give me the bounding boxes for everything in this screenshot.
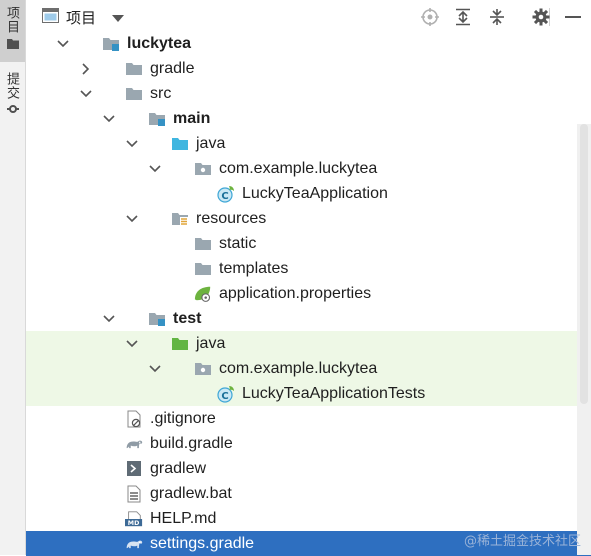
svg-text:MD: MD xyxy=(128,520,140,527)
tree-item-label: .gitignore xyxy=(150,410,216,427)
chevron-down-icon[interactable] xyxy=(148,156,162,181)
resources-folder-icon xyxy=(171,210,189,227)
tree-item-label: src xyxy=(150,85,172,102)
folder-icon xyxy=(194,260,212,277)
commit-tab-label: 提交 xyxy=(5,72,20,100)
commit-icon xyxy=(6,102,19,120)
chevron-down-icon[interactable] xyxy=(102,306,116,331)
tree-item-label: static xyxy=(219,235,257,252)
tree-row[interactable]: gradle xyxy=(26,56,591,81)
source-folder-icon xyxy=(171,135,189,152)
tree-row[interactable]: .gitignore xyxy=(26,406,591,431)
project-tool-tab[interactable]: 项目 xyxy=(0,0,25,62)
chevron-down-icon[interactable] xyxy=(125,206,139,231)
tree-row[interactable]: resources xyxy=(26,206,591,231)
tree-item-label: LuckyTeaApplication xyxy=(242,185,388,202)
folder-icon xyxy=(194,235,212,252)
tree-item-label: java xyxy=(196,135,226,152)
tree-item-label: HELP.md xyxy=(150,510,217,527)
tree-item-label: gradlew xyxy=(150,460,207,477)
shell-file-icon xyxy=(125,460,143,477)
tree-item-label: java xyxy=(196,335,226,352)
spring-properties-icon xyxy=(194,285,212,302)
tree-row[interactable]: java xyxy=(26,131,591,156)
gradle-file-icon xyxy=(125,535,143,552)
project-header: 项目 xyxy=(26,0,591,33)
svg-text:C: C xyxy=(221,391,228,402)
package-icon xyxy=(194,160,212,177)
tree-item-label: main xyxy=(173,110,211,127)
locate-icon[interactable] xyxy=(420,7,440,27)
chevron-down-icon[interactable] xyxy=(102,106,116,131)
tree-item-label: settings.gradle xyxy=(150,535,255,552)
project-tree: luckytea gradle src main java com.example.luc… xyxy=(26,31,591,556)
chevron-down-icon[interactable] xyxy=(79,81,93,106)
project-view-icon xyxy=(42,8,59,28)
module-folder-icon xyxy=(102,35,120,52)
text-file-icon xyxy=(125,485,143,502)
tree-item-label: build.gradle xyxy=(150,435,233,452)
commit-tool-tab[interactable]: 提交 xyxy=(0,72,25,128)
package-icon xyxy=(194,360,212,377)
chevron-down-icon[interactable] xyxy=(125,331,139,356)
chevron-right-icon[interactable] xyxy=(79,56,93,81)
project-view-title[interactable]: 项目 xyxy=(66,7,96,28)
tree-row[interactable]: templates xyxy=(26,256,591,281)
minimize-icon[interactable] xyxy=(563,7,583,27)
tool-window-strip: 项目 提交 xyxy=(0,0,26,555)
tree-row[interactable]: application.properties xyxy=(26,281,591,306)
svg-text:C: C xyxy=(221,191,228,202)
tree-row[interactable]: com.example.luckytea xyxy=(26,356,591,381)
tree-item-label: com.example.luckytea xyxy=(219,160,378,177)
tree-row[interactable]: gradlew xyxy=(26,456,591,481)
test-folder-icon xyxy=(171,335,189,352)
tree-item-label: luckytea xyxy=(127,35,192,52)
gradle-file-icon xyxy=(125,435,143,452)
tree-row[interactable]: src xyxy=(26,81,591,106)
tree-row[interactable]: static xyxy=(26,231,591,256)
module-folder-icon xyxy=(148,310,166,327)
collapse-all-icon[interactable] xyxy=(487,7,507,27)
tree-row[interactable]: main xyxy=(26,106,591,131)
tree-row[interactable]: build.gradle xyxy=(26,431,591,456)
tree-row[interactable]: C LuckyTeaApplication xyxy=(26,181,591,206)
tree-item-label: resources xyxy=(196,210,267,227)
gear-icon[interactable] xyxy=(531,7,551,27)
tree-row[interactable]: luckytea xyxy=(26,31,591,56)
chevron-down-icon[interactable] xyxy=(112,10,124,28)
ignore-file-icon xyxy=(125,410,143,427)
tree-row[interactable]: C LuckyTeaApplicationTests xyxy=(26,381,591,406)
tree-item-label: test xyxy=(173,310,202,327)
folder-icon xyxy=(125,85,143,102)
project-tab-label: 项目 xyxy=(5,6,20,34)
tree-row[interactable]: java xyxy=(26,331,591,356)
spring-class-icon: C xyxy=(217,185,235,203)
spring-class-icon: C xyxy=(217,385,235,403)
tree-item-label: gradlew.bat xyxy=(150,485,232,502)
folder-icon xyxy=(6,36,19,54)
scrollbar-thumb[interactable] xyxy=(580,124,588,404)
tree-item-label: application.properties xyxy=(219,285,372,302)
tree-item-label: com.example.luckytea xyxy=(219,360,378,377)
tree-item-label: templates xyxy=(219,260,289,277)
tree-row[interactable]: com.example.luckytea xyxy=(26,156,591,181)
tree-row[interactable]: gradlew.bat xyxy=(26,481,591,506)
chevron-down-icon[interactable] xyxy=(148,356,162,381)
tree-row[interactable]: test xyxy=(26,306,591,331)
tree-item-label: gradle xyxy=(150,60,195,77)
expand-all-icon[interactable] xyxy=(453,7,473,27)
module-folder-icon xyxy=(148,110,166,127)
markdown-file-icon: MD xyxy=(125,510,143,527)
watermark: @稀土掘金技术社区 xyxy=(463,534,581,549)
chevron-down-icon[interactable] xyxy=(56,31,70,56)
tree-item-label: LuckyTeaApplicationTests xyxy=(242,385,426,402)
tree-row[interactable]: MD HELP.md xyxy=(26,506,591,531)
chevron-down-icon[interactable] xyxy=(125,131,139,156)
folder-icon xyxy=(125,60,143,77)
